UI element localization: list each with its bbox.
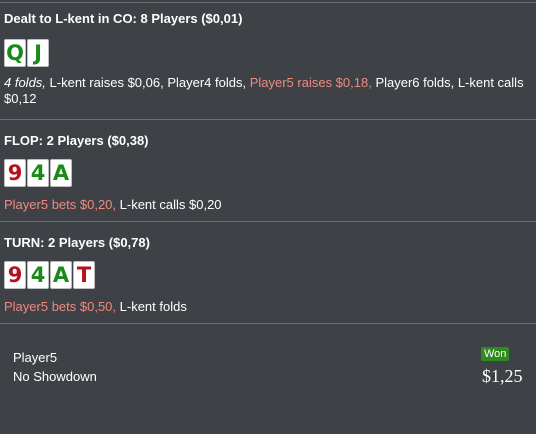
action-log: 4 folds, L-kent raises $0,06, Player4 fo… xyxy=(4,75,532,107)
winner-name: Player5 xyxy=(13,350,58,365)
won-badge: Won xyxy=(481,347,510,361)
action-log: Player5 bets $0,20, L-kent calls $0,20 xyxy=(4,197,532,213)
hole-cards: QJ xyxy=(4,39,49,67)
action-text: L-kent folds xyxy=(116,299,187,314)
action-text: 4 folds, xyxy=(4,75,46,90)
section-divider xyxy=(0,119,536,120)
street-title: FLOP: 2 Players ($0,38) xyxy=(4,133,149,148)
action-text: Player5 bets $0,50, xyxy=(4,299,117,314)
board-cards: 94AT xyxy=(4,261,95,289)
action-text: Player5 bets $0,20, xyxy=(4,197,117,212)
showdown-status: No Showdown xyxy=(13,369,97,384)
playing-card: Q xyxy=(4,39,26,67)
section-divider xyxy=(0,323,536,324)
action-log: Player5 bets $0,50, L-kent folds xyxy=(4,299,532,315)
won-amount: $1,25 xyxy=(482,366,523,386)
playing-card: J xyxy=(27,39,49,67)
playing-card: A xyxy=(50,159,72,187)
board-cards: 94A xyxy=(4,159,72,187)
street-title: TURN: 2 Players ($0,78) xyxy=(4,235,150,250)
top-divider xyxy=(0,2,536,3)
action-text: L-kent calls $0,20 xyxy=(116,197,222,212)
playing-card: 9 xyxy=(4,261,26,289)
playing-card: 9 xyxy=(4,159,26,187)
section-divider xyxy=(0,221,536,222)
playing-card: T xyxy=(73,261,95,289)
playing-card: A xyxy=(50,261,72,289)
street-title: Dealt to L-kent in CO: 8 Players ($0,01) xyxy=(4,11,243,26)
playing-card: 4 xyxy=(27,261,49,289)
action-text: Player5 raises $0,18, xyxy=(249,75,372,90)
action-text: L-kent raises $0,06, Player4 folds, xyxy=(45,75,250,90)
playing-card: 4 xyxy=(27,159,49,187)
